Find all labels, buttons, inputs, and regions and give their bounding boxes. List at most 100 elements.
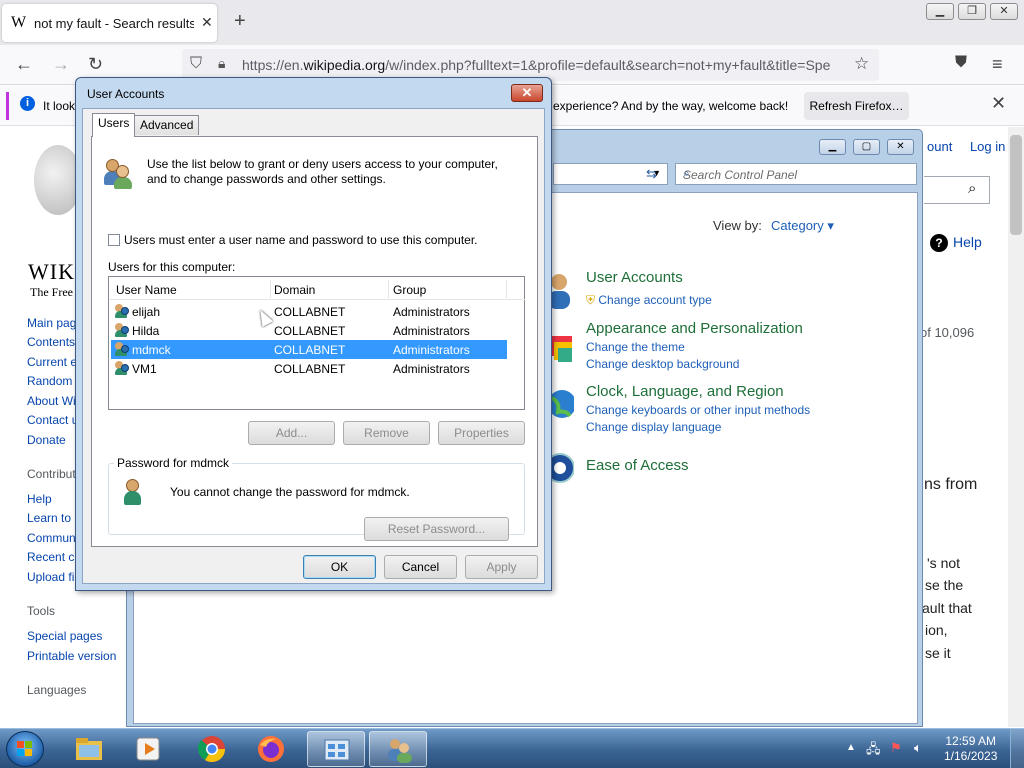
properties-button[interactable]: Properties bbox=[438, 421, 525, 445]
cp-search-input[interactable]: Search Control Panel ⌕ bbox=[675, 163, 917, 185]
users-tab-panel: Use the list below to grant or deny user… bbox=[91, 136, 538, 547]
user-icon bbox=[115, 304, 129, 318]
taskbar-chrome[interactable] bbox=[183, 731, 241, 767]
sidebar-heading-contribute: Contribut bbox=[27, 467, 76, 481]
users-list-label: Users for this computer: bbox=[108, 260, 236, 274]
link-change-keyboards[interactable]: Change keyboards or other input methods bbox=[586, 403, 810, 417]
user-row[interactable]: elijah COLLABNET Administrators bbox=[111, 302, 507, 321]
notice-accent-bar bbox=[6, 92, 9, 120]
page-scrollbar[interactable] bbox=[1008, 127, 1024, 727]
tab-users[interactable]: Users bbox=[92, 113, 136, 137]
new-tab-icon[interactable]: + bbox=[234, 10, 246, 33]
sidebar-link-recent-changes[interactable]: Recent c bbox=[27, 550, 74, 564]
ok-button[interactable]: OK bbox=[303, 555, 376, 579]
category-ease-of-access[interactable]: Ease of Access bbox=[586, 457, 689, 474]
browser-titlebar: W not my fault - Search results - W ✕ + … bbox=[0, 0, 1024, 45]
sidebar-link-upload[interactable]: Upload fi bbox=[27, 570, 74, 584]
tray-network-icon[interactable]: 🖧︎ bbox=[866, 740, 881, 762]
taskbar-media-player[interactable] bbox=[120, 731, 178, 767]
category-clock-language-region[interactable]: Clock, Language, and Region bbox=[586, 383, 784, 400]
sidebar-link-donate[interactable]: Donate bbox=[27, 433, 66, 447]
column-user-name[interactable]: User Name bbox=[116, 283, 177, 297]
tray-clock[interactable]: 12:59 AM 1/16/2023 bbox=[944, 734, 997, 764]
restore-window-button[interactable]: ❐ bbox=[958, 3, 986, 20]
tray-volume-icon[interactable]: 🔈︎ bbox=[914, 740, 922, 756]
link-change-theme[interactable]: Change the theme bbox=[586, 340, 685, 354]
browser-tab[interactable]: W not my fault - Search results - W ✕ bbox=[2, 4, 217, 42]
sidebar-link-about[interactable]: About Wi bbox=[27, 394, 76, 408]
tray-expand-icon[interactable]: ▲ bbox=[846, 742, 856, 753]
sidebar-link-community[interactable]: Commun bbox=[27, 531, 76, 545]
sidebar-link-current-events[interactable]: Current e bbox=[27, 355, 77, 369]
create-account-link[interactable]: ount bbox=[927, 139, 952, 154]
close-tab-icon[interactable]: ✕ bbox=[201, 14, 213, 31]
add-user-button[interactable]: Add... bbox=[248, 421, 335, 445]
reset-password-button[interactable]: Reset Password... bbox=[364, 517, 509, 541]
dialog-close-button[interactable]: ✕ bbox=[511, 84, 543, 102]
users-list[interactable]: User Name Domain Group elijah COLLABNET Ad… bbox=[108, 276, 525, 410]
cp-minimize-button[interactable]: ▁ bbox=[819, 139, 846, 155]
cancel-button[interactable]: Cancel bbox=[384, 555, 457, 579]
cp-maximize-button[interactable]: ▢ bbox=[853, 139, 880, 155]
reload-icon[interactable]: ↻ bbox=[88, 54, 103, 75]
sidebar-link-main-page[interactable]: Main pag bbox=[27, 316, 76, 330]
lock-icon[interactable]: 🔒︎ bbox=[218, 55, 225, 72]
taskbar-explorer[interactable] bbox=[60, 731, 118, 767]
taskbar-firefox[interactable] bbox=[242, 731, 300, 767]
windows-explorer-icon bbox=[76, 738, 102, 760]
category-appearance[interactable]: Appearance and Personalization bbox=[586, 320, 803, 337]
apply-button[interactable]: Apply bbox=[465, 555, 538, 579]
sidebar-link-contact[interactable]: Contact u bbox=[27, 413, 78, 427]
user-row[interactable]: VM1 COLLABNET Administrators bbox=[111, 359, 507, 378]
info-icon: i bbox=[20, 96, 35, 111]
refresh-firefox-button[interactable]: Refresh Firefox… bbox=[804, 92, 909, 120]
bookmark-star-icon[interactable]: ☆ bbox=[854, 54, 869, 74]
user-accounts-dialog: User Accounts ✕ Users Advanced Use the l… bbox=[75, 77, 552, 591]
user-row-selected[interactable]: mdmck COLLABNET Administrators bbox=[111, 340, 507, 359]
sidebar-link-learn[interactable]: Learn to bbox=[27, 511, 71, 525]
taskbar-user-accounts[interactable] bbox=[369, 731, 427, 767]
forward-icon[interactable]: → bbox=[52, 54, 70, 75]
password-message: You cannot change the password for mdmck… bbox=[170, 485, 410, 499]
login-link[interactable]: Log in bbox=[970, 139, 1005, 154]
cp-refresh-icon[interactable]: ⇆ bbox=[646, 166, 657, 182]
password-group-label: Password for mdmck bbox=[114, 456, 233, 470]
close-notice-icon[interactable]: ✕ bbox=[991, 93, 1006, 114]
checkbox-box[interactable] bbox=[108, 234, 120, 246]
cp-close-button[interactable]: ✕ bbox=[887, 139, 914, 155]
sidebar-link-printable[interactable]: Printable version bbox=[27, 649, 116, 663]
sidebar-link-help[interactable]: Help bbox=[27, 492, 52, 506]
user-row[interactable]: Hilda COLLABNET Administrators bbox=[111, 321, 507, 340]
tab-advanced[interactable]: Advanced bbox=[134, 115, 200, 135]
column-group[interactable]: Group bbox=[393, 283, 426, 297]
wiki-search-box[interactable]: ⌕ bbox=[924, 176, 990, 204]
control-panel-icon bbox=[324, 739, 350, 761]
view-by-dropdown[interactable]: Category ▾ bbox=[771, 218, 834, 234]
minimize-window-button[interactable]: ▁ bbox=[926, 3, 954, 20]
tray-action-center-icon[interactable]: ⚑ bbox=[890, 740, 902, 756]
scrollbar-thumb[interactable] bbox=[1010, 135, 1022, 235]
uac-shield-icon: ⛨ bbox=[586, 293, 596, 307]
link-change-desktop-background[interactable]: Change desktop background bbox=[586, 357, 739, 371]
close-window-button[interactable]: ✕ bbox=[990, 3, 1018, 20]
remove-user-button[interactable]: Remove bbox=[343, 421, 430, 445]
category-user-accounts[interactable]: User Accounts bbox=[586, 269, 683, 286]
search-icon[interactable]: ⌕ bbox=[683, 166, 911, 181]
menu-icon[interactable]: ≡ bbox=[992, 54, 1003, 75]
require-login-checkbox[interactable]: Users must enter a user name and passwor… bbox=[108, 233, 478, 247]
back-icon[interactable]: ← bbox=[15, 54, 33, 75]
show-desktop-button[interactable] bbox=[1010, 729, 1024, 768]
clock-date: 1/16/2023 bbox=[944, 749, 998, 763]
search-icon[interactable]: ⌕ bbox=[968, 180, 976, 197]
sidebar-link-random[interactable]: Random bbox=[27, 374, 72, 388]
wiki-help-link[interactable]: ? Help bbox=[930, 234, 982, 252]
taskbar-control-panel[interactable] bbox=[307, 731, 365, 767]
link-change-display-language[interactable]: Change display language bbox=[586, 420, 721, 434]
sidebar-link-contents[interactable]: Contents bbox=[27, 335, 75, 349]
pocket-icon[interactable]: ⛊ bbox=[955, 54, 967, 72]
sidebar-link-special-pages[interactable]: Special pages bbox=[27, 629, 102, 643]
column-domain[interactable]: Domain bbox=[274, 283, 315, 297]
link-change-account-type[interactable]: ⛨ Change account type bbox=[586, 293, 712, 308]
tracking-shield-icon[interactable]: ⛉ bbox=[190, 55, 202, 73]
start-button[interactable] bbox=[6, 731, 44, 767]
